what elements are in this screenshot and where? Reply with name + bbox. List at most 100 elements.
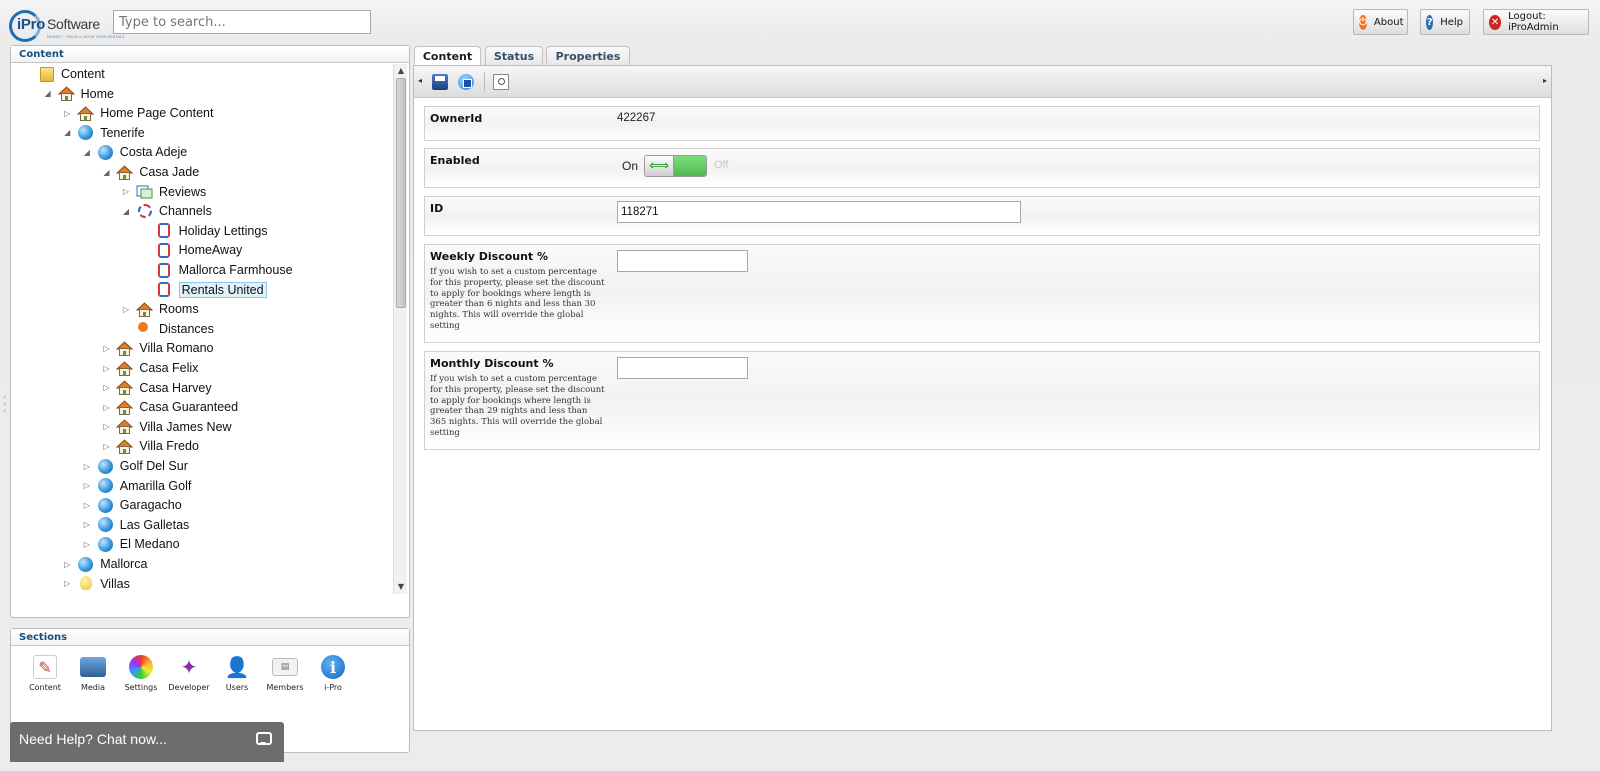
weekly-discount-input[interactable] (617, 250, 748, 272)
collapse-handle-icon[interactable]: ‹ ‹ ‹ (3, 393, 6, 415)
collapse-arrow-icon[interactable]: ◢ (121, 206, 131, 216)
save-and-publish-icon[interactable] (458, 74, 474, 90)
content-tree: Content ◢ Home ▷ Home Page Content ◢ Tenerife ◢… (11, 64, 395, 605)
section-members[interactable]: ▤ Members (261, 655, 309, 692)
collapse-arrow-icon[interactable]: ◢ (82, 147, 92, 157)
expand-arrow-icon[interactable]: ▷ (101, 363, 111, 373)
tree-node[interactable]: ◢ Casa Jade (101, 162, 199, 182)
toolbar-divider (484, 72, 485, 92)
expand-arrow-icon[interactable]: ▷ (82, 539, 92, 549)
expand-arrow-icon[interactable]: ▷ (62, 579, 72, 589)
tree-node-label: Casa Harvey (139, 380, 212, 395)
id-input[interactable] (617, 201, 1021, 223)
about-label: About (1373, 16, 1404, 28)
tree-node[interactable]: Mallorca Farmhouse (141, 260, 293, 280)
logo-wordmark: iPro Software (17, 16, 100, 33)
tree-node[interactable]: Rentals United (141, 280, 267, 300)
tree-node[interactable]: ▷ Reviews (121, 182, 206, 202)
house-icon (57, 85, 75, 102)
tree-node[interactable]: ▷ Casa Felix (101, 358, 198, 378)
expand-arrow-icon[interactable]: ▷ (82, 481, 92, 491)
expand-arrow-icon[interactable]: ▷ (101, 402, 111, 412)
tree-node-label: Villa Romano (139, 341, 214, 356)
expand-arrow-icon[interactable]: ▷ (62, 108, 72, 118)
expand-arrow-icon[interactable]: ▷ (82, 461, 92, 471)
tab-content[interactable]: Content (414, 46, 481, 67)
tree-node[interactable]: ▷ Garagacho (82, 495, 182, 515)
house-icon (136, 301, 153, 318)
tree-node[interactable]: ▷ Mallorca (62, 554, 147, 574)
house-icon (116, 340, 134, 357)
expand-arrow-icon[interactable]: ▷ (101, 422, 111, 432)
section-developer[interactable]: ✦ Developer (165, 655, 213, 692)
tree-node[interactable]: ▷ Las Galletas (82, 515, 189, 535)
tab-status[interactable]: Status (485, 46, 543, 66)
section-settings[interactable]: Settings (117, 655, 165, 692)
tree-node[interactable]: ▷ Rooms (121, 299, 199, 319)
globe-icon (97, 536, 114, 553)
tree-node[interactable]: ▷ Villa Fredo (101, 436, 199, 456)
search-input[interactable] (113, 10, 371, 34)
tree-node-label: Rooms (159, 302, 199, 317)
tab-label: Properties (555, 50, 621, 63)
expand-arrow-icon[interactable]: ▷ (82, 500, 92, 510)
expand-arrow-icon[interactable]: ▷ (121, 304, 131, 314)
help-button[interactable]: ? Help (1420, 9, 1470, 35)
weekly-discount-label: Weekly Discount % (430, 250, 549, 263)
section-users[interactable]: 👤 Users (213, 655, 261, 692)
tree-node-label: Mallorca Farmhouse (178, 263, 293, 277)
tree-node-label: Tenerife (100, 125, 145, 140)
collapse-arrow-icon[interactable]: ◢ (43, 89, 53, 99)
weekly-discount-help: If you wish to set a custom percentage f… (430, 267, 605, 331)
tree-node[interactable]: ◢ Costa Adeje (82, 142, 187, 162)
tree-node[interactable]: ▷ Casa Harvey (101, 378, 212, 398)
tree-node[interactable]: ▷ Villa James New (101, 417, 232, 437)
tree-node[interactable]: ▷ Villas (62, 574, 130, 594)
tree-node-label: Villas (100, 576, 130, 591)
expand-arrow-icon[interactable]: ▷ (82, 520, 92, 530)
scroll-down-icon[interactable]: ▼ (396, 582, 406, 591)
section-content[interactable]: ✎ Content (21, 655, 69, 692)
tree-node[interactable]: Holiday Lettings (141, 221, 268, 241)
tree-node[interactable]: ▷ Golf Del Sur (82, 456, 188, 476)
chat-widget[interactable]: Need Help? Chat now... (10, 722, 284, 762)
tree-node[interactable]: Distances (121, 319, 214, 339)
tree-node-label: Golf Del Sur (119, 459, 188, 473)
section-ipro[interactable]: i i-Pro (309, 655, 357, 692)
tree-node-label: Rentals United (178, 281, 267, 298)
expand-arrow-icon[interactable]: ▷ (62, 559, 72, 569)
monthly-discount-input[interactable] (617, 357, 748, 379)
tree-node[interactable]: ◢ Channels (121, 201, 212, 221)
expand-arrow-icon[interactable]: ▷ (121, 187, 131, 197)
toolbar-scroll-left-icon[interactable]: ◂ (418, 76, 422, 85)
toolbar-scroll-right-icon[interactable]: ▸ (1543, 76, 1547, 85)
expand-arrow-icon[interactable]: ▷ (101, 441, 111, 451)
tree-node[interactable]: Content (23, 64, 105, 84)
enabled-toggle[interactable]: ⟺ (644, 155, 707, 177)
logout-button[interactable]: ✕ Logout: iProAdmin (1483, 9, 1589, 35)
tree-node[interactable]: ▷ Home Page Content (62, 103, 213, 123)
tree-scrollbar[interactable]: ▲ ▼ (393, 64, 407, 594)
preview-icon[interactable] (493, 74, 509, 90)
help-icon: ? (1426, 14, 1434, 30)
tree-node[interactable]: ◢ Tenerife (62, 123, 145, 143)
collapse-arrow-icon[interactable]: ◢ (101, 167, 111, 177)
toggle-spacer (141, 285, 151, 295)
collapse-arrow-icon[interactable]: ◢ (62, 128, 72, 138)
ipro-logo[interactable]: iPro Software MARKET, TRACK & BOOK YOUR R… (9, 8, 124, 42)
section-media[interactable]: Media (69, 655, 117, 692)
tree-node[interactable]: HomeAway (141, 240, 242, 260)
scrollbar-thumb[interactable] (396, 78, 406, 308)
tree-node[interactable]: ▷ Casa Guaranteed (101, 397, 238, 417)
about-button[interactable]: ⏻ About (1353, 9, 1408, 35)
save-icon[interactable] (432, 74, 448, 90)
tab-properties[interactable]: Properties (546, 46, 630, 66)
developer-icon: ✦ (180, 655, 198, 679)
tree-node[interactable]: ▷ Amarilla Golf (82, 476, 191, 496)
tree-node[interactable]: ◢ Home (43, 84, 114, 104)
scroll-up-icon[interactable]: ▲ (396, 66, 406, 75)
expand-arrow-icon[interactable]: ▷ (101, 383, 111, 393)
tree-node[interactable]: ▷ El Medano (82, 534, 180, 554)
expand-arrow-icon[interactable]: ▷ (101, 343, 111, 353)
tree-node[interactable]: ▷ Villa Romano (101, 338, 214, 358)
